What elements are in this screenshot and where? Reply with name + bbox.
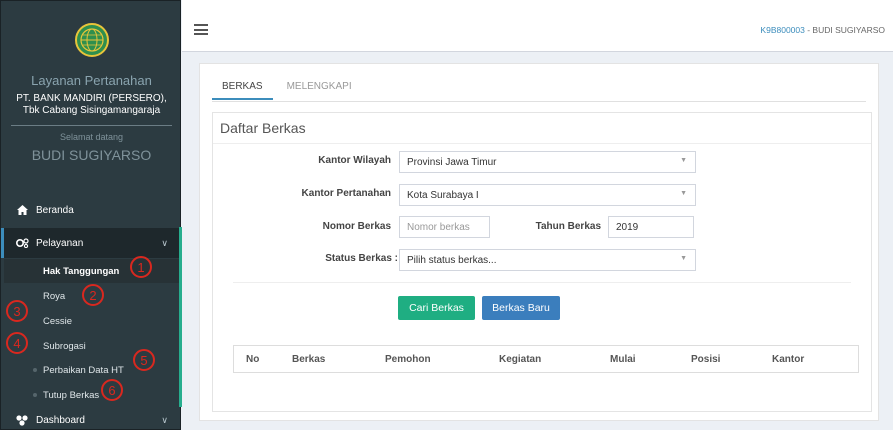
- caret-down-icon: ▼: [680, 157, 687, 164]
- nav-beranda[interactable]: Beranda: [1, 195, 180, 225]
- form-divider: [233, 282, 851, 283]
- tab-berkas[interactable]: BERKAS: [212, 74, 273, 100]
- submenu-accent-bar: [179, 227, 182, 407]
- kantor-wilayah-value: Provinsi Jawa Timur: [407, 156, 497, 168]
- user-code: K9B800003: [760, 25, 805, 35]
- status-berkas-label: Status Berkas :: [325, 253, 398, 264]
- daftar-berkas-panel: Daftar Berkas Kantor Wilayah Provinsi Ja…: [212, 112, 872, 412]
- kantor-wilayah-select[interactable]: Provinsi Jawa Timur ▼: [399, 151, 696, 173]
- app-title: Layanan Pertanahan: [31, 73, 152, 88]
- submenu-item-tutup-berkas[interactable]: Tutup Berkas: [4, 383, 180, 407]
- kantor-pertanahan-select[interactable]: Kota Surabaya I ▼: [399, 184, 696, 206]
- pelayanan-submenu: Hak Tanggungan Roya Cessie Subrogasi Per…: [1, 258, 180, 408]
- tab-melengkapi[interactable]: MELENGKAPI: [277, 74, 362, 100]
- panel-title-divider: [213, 143, 871, 144]
- nav-beranda-label: Beranda: [36, 204, 74, 216]
- bullet-icon: [33, 368, 37, 372]
- marker-5: 5: [133, 349, 155, 371]
- berkas-table-header: No Berkas Pemohon Kegiatan Mulai Posisi …: [233, 345, 859, 373]
- nav-pelayanan[interactable]: Pelayanan ∨: [1, 228, 180, 258]
- sidebar-divider: [11, 125, 172, 126]
- column-header-berkas[interactable]: Berkas: [292, 354, 325, 365]
- nomor-berkas-placeholder: Nomor berkas: [407, 221, 470, 233]
- nav-dashboard-label: Dashboard: [36, 414, 85, 426]
- menu-toggle-icon[interactable]: [194, 24, 208, 35]
- gears-icon: [15, 238, 29, 248]
- dashboard-icon: [15, 414, 29, 426]
- column-header-posisi[interactable]: Posisi: [691, 354, 720, 365]
- tahun-berkas-label: Tahun Berkas: [535, 221, 601, 232]
- submenu-item-label: Perbaikan Data HT: [43, 364, 124, 376]
- submenu-item-label: Cessie: [43, 315, 73, 327]
- column-header-kegiatan[interactable]: Kegiatan: [499, 354, 541, 365]
- nav-pelayanan-label: Pelayanan: [36, 237, 84, 249]
- marker-4: 4: [6, 332, 28, 354]
- caret-down-icon: ▼: [680, 190, 687, 197]
- status-berkas-placeholder: Pilih status berkas...: [407, 254, 497, 266]
- globe-icon: [80, 28, 104, 52]
- marker-1: 1: [130, 256, 152, 278]
- column-header-no[interactable]: No: [246, 354, 259, 365]
- kantor-pertanahan-value: Kota Surabaya I: [407, 189, 479, 201]
- column-header-mulai[interactable]: Mulai: [610, 354, 636, 365]
- submenu-item-label: Tutup Berkas: [43, 389, 100, 401]
- chevron-down-icon: ∨: [161, 414, 168, 425]
- submenu-item-label: Roya: [43, 290, 66, 302]
- kantor-pertanahan-label: Kantor Pertanahan: [301, 188, 391, 199]
- user-account-menu[interactable]: K9B800003 - BUDI SUGIYARSO: [760, 25, 885, 35]
- kantor-wilayah-label: Kantor Wilayah: [318, 155, 391, 166]
- submenu-item-label: Hak Tanggungan: [43, 265, 120, 277]
- tahun-berkas-input[interactable]: 2019: [608, 216, 694, 238]
- tab-bar: BERKAS MELENGKAPI: [212, 74, 366, 102]
- bullet-icon: [33, 393, 37, 397]
- bank-name-line2: Tbk Cabang Sisingamangaraja: [22, 105, 161, 116]
- home-icon: [15, 205, 29, 215]
- top-navbar: K9B800003 - BUDI SUGIYARSO: [182, 0, 893, 52]
- submenu-item-label: Subrogasi: [43, 340, 86, 352]
- sidebar-user-name: BUDI SUGIYARSO: [31, 147, 152, 163]
- nomor-berkas-label: Nomor Berkas: [322, 221, 391, 232]
- panel-title: Daftar Berkas: [220, 120, 306, 136]
- main-content: BERKAS MELENGKAPI Daftar Berkas Kantor W…: [199, 63, 879, 421]
- column-header-kantor[interactable]: Kantor: [772, 354, 804, 365]
- welcome-text: Selamat datang: [59, 132, 124, 142]
- marker-3: 3: [6, 300, 28, 322]
- marker-6: 6: [101, 379, 123, 401]
- marker-2: 2: [82, 284, 104, 306]
- nomor-berkas-input[interactable]: Nomor berkas: [399, 216, 490, 238]
- column-header-pemohon[interactable]: Pemohon: [385, 354, 431, 365]
- tahun-berkas-value: 2019: [616, 221, 639, 233]
- bpn-logo: [75, 23, 109, 57]
- berkas-baru-button[interactable]: Berkas Baru: [482, 296, 560, 320]
- submenu-item-hak-tanggungan[interactable]: Hak Tanggungan: [4, 259, 180, 283]
- bank-name: PT. BANK MANDIRI (PERSERO), Tbk Cabang S…: [1, 93, 180, 117]
- caret-down-icon: ▼: [680, 255, 687, 262]
- bank-name-line1: PT. BANK MANDIRI (PERSERO),: [16, 93, 167, 104]
- submenu-item-subrogasi[interactable]: Subrogasi: [4, 334, 180, 358]
- status-berkas-select[interactable]: Pilih status berkas... ▼: [399, 249, 696, 271]
- chevron-down-icon: ∨: [161, 237, 168, 248]
- cari-berkas-button[interactable]: Cari Berkas: [398, 296, 475, 320]
- topbar-user-name: BUDI SUGIYARSO: [812, 25, 885, 35]
- submenu-item-cessie[interactable]: Cessie: [4, 309, 180, 333]
- sidebar: Layanan Pertanahan PT. BANK MANDIRI (PER…: [0, 0, 181, 430]
- nav-dashboard[interactable]: Dashboard ∨: [1, 408, 180, 429]
- tab-divider: [212, 101, 866, 102]
